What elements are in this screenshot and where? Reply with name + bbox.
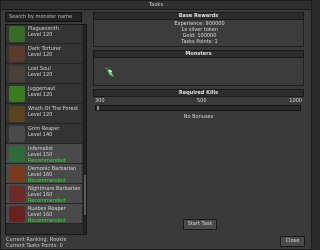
monster-list-item[interactable]: Demonic Barbarian Level 160 Recommended [6,164,82,184]
dark-torturer-icon [9,46,25,62]
kills-max-label: 1000 [289,98,302,104]
monster-level: Level 120 [28,52,53,58]
monster-level: Level 120 [28,112,53,118]
monster-level: Level 120 [28,72,53,78]
monster-list-item[interactable]: Wrath Of The Forest Level 120 [6,104,82,124]
demonic-barbarian-icon [9,166,25,182]
monster-list-item[interactable]: Lost Soul Level 120 [6,64,82,84]
monster-level: Level 120 [28,32,53,38]
monster-list-item[interactable]: Dark Torturer Level 120 [6,44,82,64]
wrath-of-the-forest-icon [9,106,25,122]
kills-bonus-text: No Bonuses [183,114,214,120]
monsters-header: Monsters [93,50,304,58]
monster-list-item[interactable]: Ruebes Reaper Level 160 Recommended [6,204,82,224]
monster-list-item[interactable]: Juggernaut Level 120 [6,84,82,104]
tasks-window: Tasks Search by monster name Ruebes Reap… [0,0,312,250]
kills-mid-label: 500 [197,98,207,104]
kills-scale: 300 500 1000 [93,98,304,105]
plaguesmith-icon [9,26,25,42]
kills-min-label: 300 [95,98,105,104]
monster-list-item[interactable]: Grim Reaper Level 140 [6,124,82,144]
juggernaut-icon [9,86,25,102]
monster-level: Level 120 [28,92,53,98]
infernalist-icon [9,146,25,162]
monsters-panel [93,58,304,86]
monster-list-item[interactable]: Infernalist Level 150 Recommended [6,144,82,164]
ruebes-reaper-icon [9,206,25,222]
required-kills-slider[interactable] [95,105,301,111]
grim-reaper-icon [9,126,25,142]
required-kills-slider-handle[interactable] [96,105,100,111]
current-task-points: Current Tasks Points: 0 [6,243,63,249]
recommended-label: Recommended [28,218,66,224]
monster-list[interactable]: Ruebes Reaper Level 160 Recommended Nightma… [5,24,87,235]
start-task-button[interactable]: Start Task [183,219,217,230]
infernalist-icon [102,64,118,80]
monster-list-item[interactable]: Plaguesmith Level 120 [6,25,82,44]
monster-list-item[interactable]: Nightmare Barbarian Level 160 Recommended [6,184,82,204]
search-input[interactable]: Search by monster name [5,12,82,22]
nightmare-barbarian-icon [9,186,25,202]
window-title: Tasks [1,1,311,10]
recommended-label: Recommended [28,158,66,164]
close-button[interactable]: Close [280,236,305,247]
required-kills-header: Required Kills [93,89,304,97]
recommended-label: Recommended [28,198,66,204]
lost-soul-icon [9,66,25,82]
monster-list-scrollbar[interactable] [83,25,86,234]
base-rewards-header: Base Rewards [93,12,304,20]
reward-task-points: Tasks Points: 1 [181,39,218,45]
monster-level: Level 140 [28,132,53,138]
monster-list-scrollbar-thumb[interactable] [84,175,86,215]
recommended-label: Recommended [28,178,66,184]
base-rewards-panel: Experience: 900000 1x silver token Gold:… [93,20,304,47]
